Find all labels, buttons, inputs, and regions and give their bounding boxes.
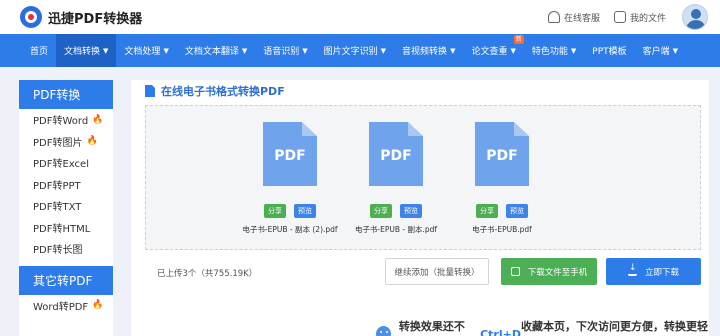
pdf-file-icon: PDF [263,122,317,186]
upload-count: 已上传3个（共755.19K） [157,269,258,279]
shortcut-key: Ctrl+D [480,327,521,336]
brand-name: 迅捷PDF转换器 [48,11,143,27]
sidebar-item-pdf-to-word[interactable]: PDF转Word 🔥 [19,109,113,131]
main-nav: 首页 文档转换 ▼ 文档处理 ▼ 文档文本翻译 ▼ 语音识别 ▼ 图片文字识别 ▼ 音视频… [0,34,720,67]
headset-icon [547,11,560,23]
chevron-down-icon: ▼ [570,46,577,55]
sidebar-section-other-to-pdf: 其它转PDF [19,265,113,295]
top-header: 迅捷PDF转换器 在线客服 我的文件 [0,0,720,34]
chevron-down-icon: ▼ [450,46,456,55]
customer-service-label: 在线客服 [563,13,600,24]
chevron-down-icon: ▼ [302,46,308,55]
sidebar-item-pdf-to-excel[interactable]: PDF转Excel [19,152,113,174]
page-title: 在线电子书格式转换PDF [145,83,285,99]
preview-button[interactable]: 预览 [294,204,316,218]
sidebar-item-pdf-to-image[interactable]: PDF转图片 🔥 [19,131,113,153]
nav-doc-convert[interactable]: 文档转换 ▼ [56,34,117,67]
nav-translate[interactable]: 文档文本翻译 ▼ [177,34,255,67]
pdf-file-icon: PDF [475,122,529,186]
file-card: PDF 分享 预览 电子书-EPUB - 副本 (2).pdf [230,122,350,235]
phone-icon [510,267,520,276]
nav-features[interactable]: 特色功能 ▼ [524,34,584,67]
file-name: 电子书-EPUB - 副本 (2).pdf [242,225,338,234]
file-name: 电子书-EPUB - 副本.pdf [354,225,438,234]
chevron-down-icon: ▼ [380,46,387,55]
file-dropzone[interactable]: PDF 分享 预览 电子书-EPUB - 副本 (2).pdf PDF 分享 预… [145,105,701,250]
bookmark-promo: 转换效果还不错? Ctrl+D 收藏本页，下次访问更方便，转换更轻松! [376,318,709,336]
preview-button[interactable]: 预览 [506,204,528,218]
sidebar-item-pdf-to-txt[interactable]: PDF转TXT [19,195,113,217]
nav-ppt-template[interactable]: PPT模板 [584,34,634,67]
action-bar: 已上传3个（共755.19K） 继续添加（批量转换） 下载文件至手机 立即下载 [145,255,701,289]
nav-paper-check[interactable]: 论文查重 ▼ 新 [463,34,524,67]
file-icon [613,11,626,23]
my-files-label: 我的文件 [629,13,666,24]
main-panel: 在线电子书格式转换PDF PDF 分享 预览 电子书-EPUB - 副本 (2)… [131,80,709,336]
smile-icon [376,326,391,336]
share-button[interactable]: 分享 [476,204,498,218]
user-avatar[interactable] [682,4,708,30]
header-actions: 在线客服 我的文件 [534,4,708,30]
pdf-file-icon: PDF [369,122,423,186]
nav-home[interactable]: 首页 [22,34,56,67]
hot-icon: 🔥 [92,300,104,311]
customer-service-link[interactable]: 在线客服 [547,11,600,24]
sidebar: PDF转换 PDF转Word 🔥 PDF转图片 🔥 PDF转Excel PDF转PP… [19,80,113,336]
sidebar-item-word-to-pdf[interactable]: Word转PDF 🔥 [19,295,113,317]
sidebar-item-pdf-to-ppt[interactable]: PDF转PPT [19,174,113,196]
nav-doc-process[interactable]: 文档处理 ▼ [116,34,176,67]
hot-icon: 🔥 [86,136,98,147]
chevron-down-icon: ▼ [241,46,248,55]
file-name: 电子书-EPUB.pdf [472,225,532,234]
chevron-down-icon: ▼ [510,46,516,55]
share-button[interactable]: 分享 [370,204,392,218]
new-badge: 新 [513,35,524,44]
my-files-link[interactable]: 我的文件 [613,11,666,24]
sidebar-section-pdf-convert: PDF转换 [19,80,113,109]
brand-logo[interactable]: 迅捷PDF转换器 [20,6,142,28]
chevron-down-icon: ▼ [103,46,109,55]
nav-av-convert[interactable]: 音视频转换 ▼ [394,34,463,67]
chevron-down-icon: ▼ [672,46,679,55]
download-icon [627,263,637,276]
continue-add-button[interactable]: 继续添加（批量转换） [385,258,489,285]
hot-icon: 🔥 [92,114,104,125]
download-to-phone-button[interactable]: 下载文件至手机 [501,258,597,285]
nav-speech[interactable]: 语音识别 ▼ [255,34,315,67]
sidebar-item-pdf-to-long-image[interactable]: PDF转长图 [19,238,113,260]
chevron-down-icon: ▼ [163,46,169,55]
nav-client[interactable]: 客户端 ▼ [635,34,686,67]
preview-button[interactable]: 预览 [400,204,422,218]
sidebar-item-pdf-to-html[interactable]: PDF转HTML [19,217,113,239]
logo-icon [20,6,42,28]
file-card: PDF 分享 预览 电子书-EPUB - 副本.pdf [336,122,456,235]
download-now-button[interactable]: 立即下载 [606,258,701,285]
file-card: PDF 分享 预览 电子书-EPUB.pdf [442,122,562,235]
share-button[interactable]: 分享 [264,204,286,218]
nav-ocr[interactable]: 图片文字识别 ▼ [316,34,394,67]
document-icon [145,85,155,97]
